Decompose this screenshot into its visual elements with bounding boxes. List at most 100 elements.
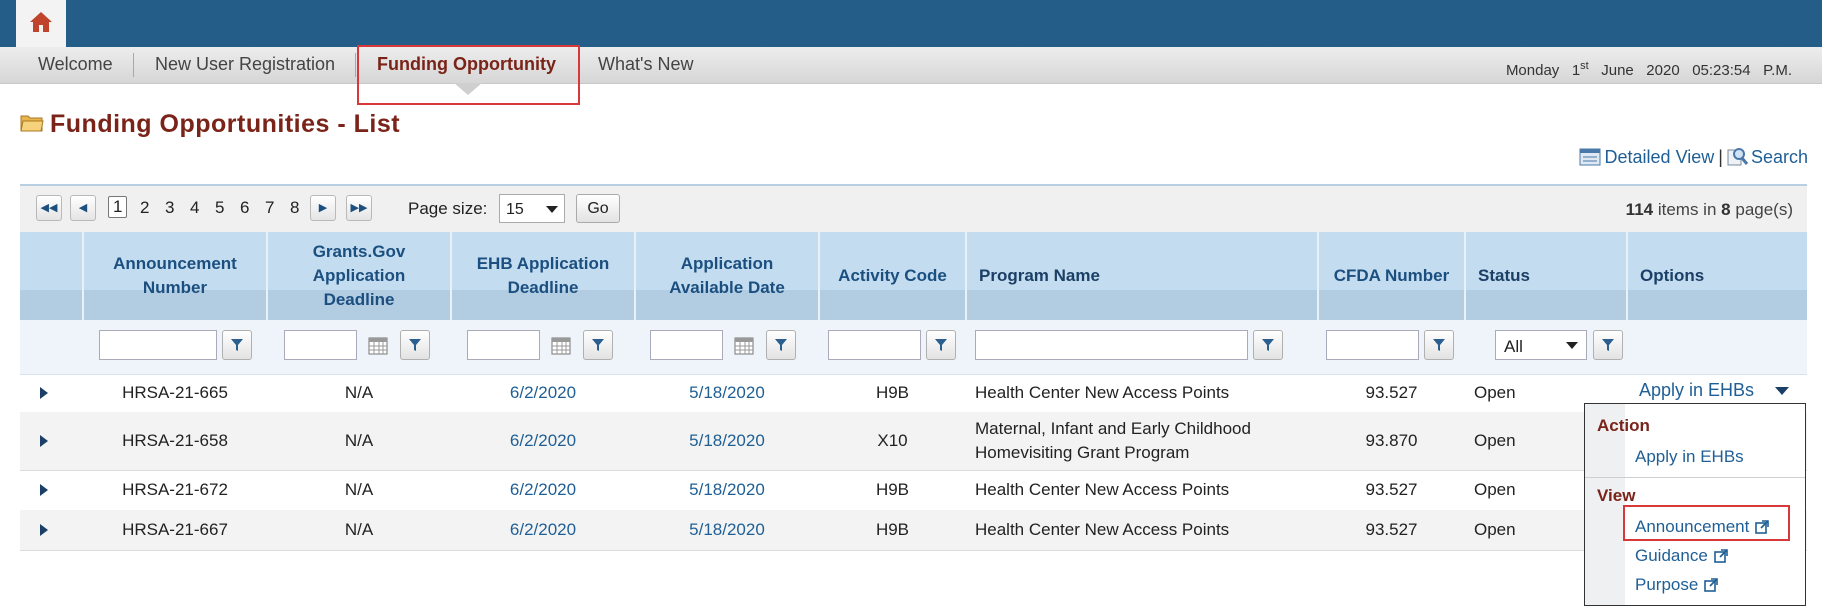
page-size-select[interactable]: 15 [499,194,565,223]
go-button[interactable]: Go [576,194,620,223]
folder-icon [20,115,44,132]
page-size-value: 15 [506,201,524,218]
prev-page-icon: ◀ [78,202,88,214]
next-page-button[interactable]: ▶ [310,195,336,221]
table-row[interactable]: HRSA-21-667 N/A 6/2/2020 5/18/2020 H9B H… [20,510,1807,551]
col-options: Options [1640,266,1705,285]
date-ampm: P.M. [1763,62,1792,79]
table-row[interactable]: HRSA-21-672 N/A 6/2/2020 5/18/2020 H9B H… [20,470,1807,511]
next-page-icon: ▶ [318,202,328,214]
page-number[interactable]: 5 [215,198,224,218]
cell-cfda: 93.527 [1365,480,1418,499]
top-banner [0,0,1822,47]
col-program-name[interactable]: Program Name [967,232,1317,320]
filter-activity-code-button[interactable] [926,330,956,360]
cell-announcement: HRSA-21-667 [122,520,228,539]
filter-icon [409,339,421,351]
expand-row-icon[interactable] [40,387,48,399]
filter-status-select[interactable]: All [1495,330,1587,360]
filter-announcement-input[interactable] [99,330,217,360]
col-cfda-number[interactable]: CFDA Number [1319,232,1464,320]
search-link[interactable]: Search [1751,147,1808,167]
program-name-line: Maternal, Infant and Early Childhood [975,419,1251,438]
page-number[interactable]: 7 [265,198,274,218]
col-ehb-deadline[interactable]: EHB Application Deadline [452,232,634,320]
nav-new-user-registration[interactable]: New User Registration [155,47,335,83]
pages-text: page(s) [1735,200,1793,219]
col-announcement-number[interactable]: Announcement Number [84,232,266,320]
filter-program-name-button[interactable] [1253,330,1283,360]
items-summary: 114 items in 8 page(s) [1626,200,1793,220]
first-page-icon: ◀◀ [40,202,58,214]
cell-cfda: 93.870 [1365,431,1418,450]
last-page-button[interactable]: ▶▶ [346,195,372,221]
items-in-text: items in [1657,200,1717,219]
menu-divider [1585,477,1805,478]
page-number[interactable]: 3 [165,198,174,218]
filter-status-button[interactable] [1593,330,1623,360]
expand-row-icon[interactable] [40,484,48,496]
nav-whats-new[interactable]: What's New [598,47,693,83]
col-activity-code[interactable]: Activity Code [820,232,965,320]
current-datetime: Monday 1st June 2020 05:23:54 P.M. [1506,47,1792,83]
highlight-box-announcement [1623,505,1790,541]
apply-in-ehbs-link[interactable]: Apply in EHBs [1639,380,1754,401]
filter-available-date-input[interactable] [650,330,723,360]
date-day: 1 [1571,62,1581,79]
menu-group-view: View [1597,486,1636,505]
filter-ehb-deadline-input[interactable] [467,330,540,360]
link-separator: | [1718,147,1723,167]
detailed-view-link[interactable]: Detailed View [1605,147,1715,167]
prev-page-button[interactable]: ◀ [70,195,96,221]
table-row[interactable]: HRSA-21-665 N/A 6/2/2020 5/18/2020 H9B H… [20,374,1807,413]
menu-item-purpose[interactable]: Purpose [1635,575,1719,595]
filter-program-name-input[interactable] [975,330,1248,360]
filter-cfda-button[interactable] [1424,330,1454,360]
calendar-icon[interactable] [727,330,754,360]
cell-activity-code: H9B [875,480,910,499]
calendar-icon[interactable] [544,330,571,360]
page-number[interactable]: 6 [240,198,249,218]
last-page-icon: ▶▶ [350,202,368,214]
col-available-date[interactable]: Application Available Date [636,232,818,320]
page-number[interactable]: 2 [140,198,149,218]
calendar-icon[interactable] [361,330,388,360]
chevron-down-icon [546,206,558,213]
filter-ehb-deadline-button[interactable] [583,330,613,360]
page-number[interactable]: 8 [290,198,299,218]
filter-grants-gov-input[interactable] [284,330,357,360]
filter-icon [1262,339,1274,351]
home-button[interactable] [16,0,66,47]
filter-icon [592,339,604,351]
filter-icon [1602,339,1614,351]
expand-row-icon[interactable] [40,435,48,447]
filter-row: All [20,320,1807,375]
filter-activity-code-input[interactable] [828,330,921,360]
cell-ehb-deadline: 6/2/2020 [509,480,577,499]
filter-announcement-button[interactable] [222,330,252,360]
filter-icon [1433,339,1445,351]
menu-item-guidance[interactable]: Guidance [1635,546,1728,566]
chevron-down-icon[interactable] [1775,387,1789,395]
col-grants-gov-deadline[interactable]: Grants.Gov Application Deadline [268,232,450,320]
filter-grants-gov-button[interactable] [400,330,430,360]
cell-program-name: Health Center New Access Points [975,383,1230,402]
col-status[interactable]: Status [1466,232,1626,320]
expand-row-icon[interactable] [40,524,48,536]
menu-item-apply[interactable]: Apply in EHBs [1635,447,1744,467]
filter-icon [775,339,787,351]
page-number-current[interactable]: 1 [108,196,128,218]
filter-cfda-input[interactable] [1326,330,1419,360]
table-row[interactable]: HRSA-21-658 N/A 6/2/2020 5/18/2020 X10 M… [20,412,1807,471]
cell-announcement: HRSA-21-672 [122,480,228,499]
filter-available-date-button[interactable] [766,330,796,360]
date-time: 05:23:54 [1692,62,1751,79]
nav-separator [133,53,134,77]
date-month: June [1601,62,1634,79]
nav-separator [355,53,356,77]
first-page-button[interactable]: ◀◀ [36,195,62,221]
nav-welcome[interactable]: Welcome [38,47,113,83]
page-number[interactable]: 4 [190,198,199,218]
table-header: Announcement Number Grants.Gov Applicati… [20,232,1807,320]
cell-status: Open [1474,431,1516,450]
